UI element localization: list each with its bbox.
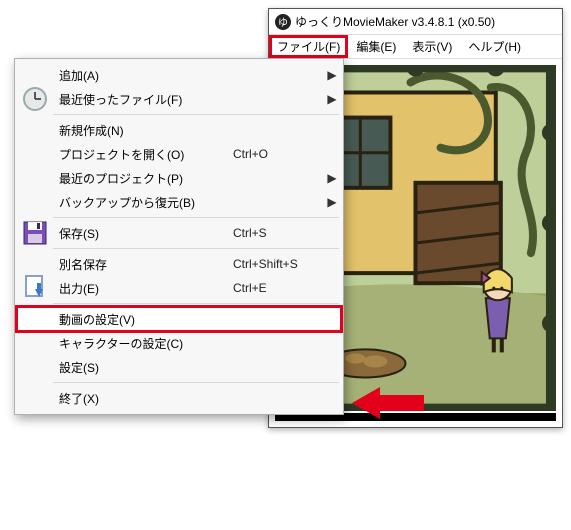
submenu-arrow-icon: ▶	[323, 92, 341, 106]
menu-item-label: 最近使ったファイル(F)	[53, 91, 233, 108]
menu-item-6[interactable]: バックアップから復元(B) ▶	[17, 190, 341, 214]
menubar-item-label: 編集(E)	[356, 38, 396, 55]
menubar-item-label: ヘルプ(H)	[468, 38, 521, 55]
menu-item-3[interactable]: 新規作成(N)	[17, 118, 341, 142]
menu-item-10[interactable]: 別名保存Ctrl+Shift+S	[17, 252, 341, 276]
menu-item-label: 保存(S)	[53, 225, 233, 242]
menu-item-label: 新規作成(N)	[53, 122, 233, 139]
app-icon: ゆ	[275, 14, 291, 30]
menu-separator	[53, 248, 339, 249]
menu-separator	[53, 217, 339, 218]
submenu-arrow-icon: ▶	[323, 195, 341, 209]
menubar-item-3[interactable]: ヘルプ(H)	[460, 35, 529, 58]
menu-item-14[interactable]: キャラクターの設定(C)	[17, 331, 341, 355]
menu-separator	[53, 303, 339, 304]
menu-item-label: 出力(E)	[53, 280, 233, 297]
menubar: ファイル(F) 編集(E) 表示(V) ヘルプ(H)	[269, 35, 562, 59]
menu-item-label: 動画の設定(V)	[53, 311, 233, 328]
menu-item-1[interactable]: 最近使ったファイル(F) ▶	[17, 87, 341, 111]
submenu-arrow-icon: ▶	[323, 171, 341, 185]
menu-item-4[interactable]: プロジェクトを開く(O)Ctrl+O	[17, 142, 341, 166]
annotation-arrow-icon	[352, 385, 424, 421]
submenu-arrow-icon: ▶	[323, 68, 341, 82]
menu-item-label: 終了(X)	[53, 390, 233, 407]
app-icon-glyph: ゆ	[278, 14, 288, 29]
menu-item-shortcut: Ctrl+O	[233, 147, 323, 161]
menu-item-shortcut: Ctrl+S	[233, 226, 323, 240]
menu-item-label: 設定(S)	[53, 359, 233, 376]
menu-item-15[interactable]: 設定(S)	[17, 355, 341, 379]
menubar-item-0[interactable]: ファイル(F)	[269, 35, 348, 58]
file-menu: 追加(A)▶最近使ったファイル(F)▶新規作成(N)プロジェクトを開く(O)Ct…	[14, 58, 344, 415]
menu-item-5[interactable]: 最近のプロジェクト(P) ▶	[17, 166, 341, 190]
menubar-item-2[interactable]: 表示(V)	[404, 35, 460, 58]
menu-item-label: 別名保存	[53, 256, 233, 273]
export-icon	[17, 275, 53, 301]
menu-item-11[interactable]: 出力(E)Ctrl+E	[17, 276, 341, 300]
menubar-item-label: ファイル(F)	[277, 38, 340, 55]
menu-item-0[interactable]: 追加(A) ▶	[17, 63, 341, 87]
menu-item-label: キャラクターの設定(C)	[53, 335, 233, 352]
menubar-item-1[interactable]: 編集(E)	[348, 35, 404, 58]
menu-item-label: プロジェクトを開く(O)	[53, 146, 233, 163]
menu-separator	[53, 114, 339, 115]
titlebar: ゆ ゆっくりMovieMaker v3.4.8.1 (x0.50)	[269, 9, 562, 35]
menu-item-label: バックアップから復元(B)	[53, 194, 233, 211]
menu-separator	[53, 382, 339, 383]
menu-item-label: 追加(A)	[53, 67, 233, 84]
save-icon	[17, 220, 53, 246]
menu-item-8[interactable]: 保存(S)Ctrl+S	[17, 221, 341, 245]
menu-item-shortcut: Ctrl+Shift+S	[233, 257, 323, 271]
menu-item-shortcut: Ctrl+E	[233, 281, 323, 295]
menu-item-label: 最近のプロジェクト(P)	[53, 170, 233, 187]
app-title: ゆっくりMovieMaker v3.4.8.1 (x0.50)	[295, 13, 495, 30]
menu-item-13[interactable]: 動画の設定(V)	[17, 307, 341, 331]
menu-item-17[interactable]: 終了(X)	[17, 386, 341, 410]
clock-icon	[17, 85, 53, 113]
menubar-item-label: 表示(V)	[412, 38, 452, 55]
